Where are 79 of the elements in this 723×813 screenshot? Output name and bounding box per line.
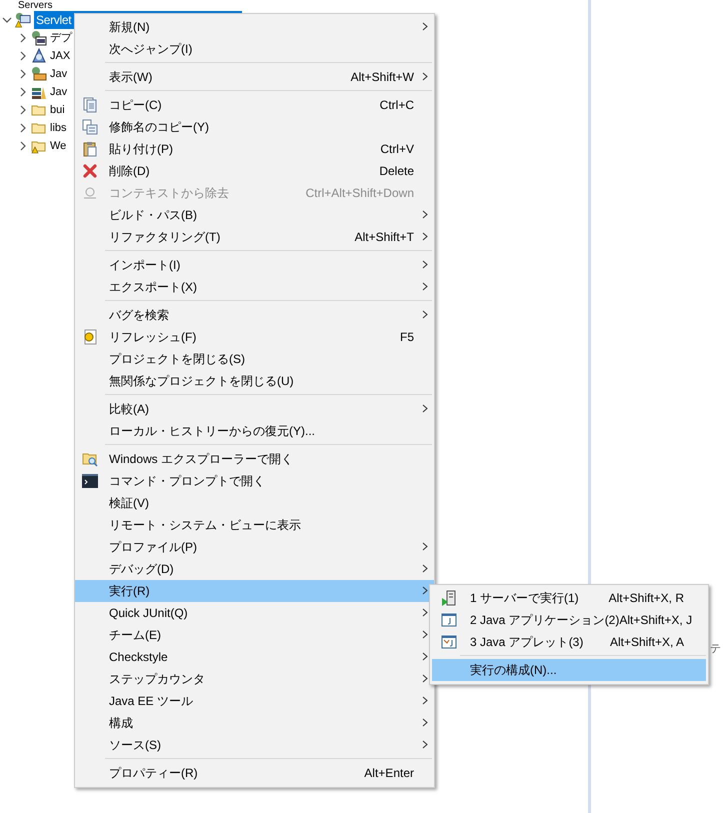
tree-item-label[interactable]: Jav bbox=[50, 84, 68, 100]
deployment-descriptor-icon bbox=[31, 30, 47, 46]
submenu-chevron-icon bbox=[422, 282, 428, 291]
project-warning-icon bbox=[15, 12, 31, 28]
submenu-chevron-icon bbox=[422, 542, 428, 551]
menu-item[interactable]: リフレッシュ(F) F5 bbox=[75, 326, 434, 348]
menu-item[interactable]: コピー(C) Ctrl+C bbox=[75, 94, 434, 116]
menu-item[interactable]: 2 Java アプリケーション(2)Alt+Shift+X, J bbox=[432, 609, 706, 631]
menu-item[interactable]: 修飾名のコピー(Y) bbox=[75, 116, 434, 138]
java-resources-icon bbox=[31, 66, 47, 82]
refresh-icon bbox=[82, 329, 98, 345]
submenu-chevron-icon bbox=[422, 696, 428, 705]
submenu-chevron-icon bbox=[422, 586, 428, 595]
menu-item[interactable]: プロファイル(P) bbox=[75, 536, 434, 558]
menu-item[interactable]: ソース(S) bbox=[75, 734, 434, 756]
menu-item[interactable]: コマンド・プロンプトで開く bbox=[75, 470, 434, 492]
menu-item[interactable]: 実行の構成(N)... bbox=[432, 659, 706, 681]
tree-item-label[interactable]: We bbox=[50, 138, 66, 154]
submenu-chevron-icon bbox=[422, 404, 428, 413]
run-on-server-icon bbox=[441, 590, 457, 606]
menu-item[interactable]: 新規(N) bbox=[75, 16, 434, 38]
menu-item[interactable]: Quick JUnit(Q) bbox=[75, 602, 434, 624]
submenu-chevron-icon bbox=[422, 22, 428, 31]
tree-item-label[interactable]: デプ bbox=[50, 30, 72, 46]
menu-item[interactable]: 1 サーバーで実行(1) Alt+Shift+X, R bbox=[432, 587, 706, 609]
submenu-chevron-icon bbox=[422, 210, 428, 219]
menu-item[interactable]: 比較(A) bbox=[75, 398, 434, 420]
menu-item[interactable]: バグを検索 bbox=[75, 304, 434, 326]
submenu-chevron-icon bbox=[422, 232, 428, 241]
web-service-icon bbox=[31, 48, 47, 64]
menu-item[interactable]: リモート・システム・ビューに表示 bbox=[75, 514, 434, 536]
submenu-chevron-icon bbox=[422, 674, 428, 683]
collapse-chevron-icon[interactable] bbox=[2, 15, 12, 25]
tree-item-label[interactable]: Servers bbox=[18, 0, 52, 13]
menu-item[interactable]: プロジェクトを閉じる(S) bbox=[75, 348, 434, 370]
java-application-icon bbox=[441, 612, 457, 628]
delete-icon bbox=[83, 164, 97, 178]
menu-item[interactable]: チーム(E) bbox=[75, 624, 434, 646]
menu-item[interactable]: 表示(W) Alt+Shift+W bbox=[75, 66, 434, 88]
java-applet-icon bbox=[441, 634, 457, 650]
menu-item[interactable]: 検証(V) bbox=[75, 492, 434, 514]
submenu-chevron-icon bbox=[422, 630, 428, 639]
menu-item[interactable]: ステップカウンタ bbox=[75, 668, 434, 690]
menu-item[interactable]: 貼り付け(P) Ctrl+V bbox=[75, 138, 434, 160]
menu-item[interactable]: Java EE ツール bbox=[75, 690, 434, 712]
menu-item[interactable]: デバッグ(D) bbox=[75, 558, 434, 580]
menu-item[interactable]: 無関係なプロジェクトを閉じる(U) bbox=[75, 370, 434, 392]
menu-item[interactable]: 構成 bbox=[75, 712, 434, 734]
folder-search-icon bbox=[82, 451, 98, 467]
copy-icon bbox=[83, 97, 97, 113]
copy-name-icon bbox=[82, 119, 98, 135]
menu-item[interactable]: 削除(D) Delete bbox=[75, 160, 434, 182]
menu-item[interactable]: 実行(R) bbox=[75, 580, 434, 602]
submenu-chevron-icon bbox=[422, 260, 428, 269]
submenu-chevron-icon bbox=[422, 72, 428, 81]
submenu-chevron-icon bbox=[422, 608, 428, 617]
terminal-icon bbox=[82, 474, 98, 488]
menu-item[interactable]: リファクタリング(T) Alt+Shift+T bbox=[75, 226, 434, 248]
menu-item[interactable]: プロパティー(R) Alt+Enter bbox=[75, 762, 434, 784]
submenu-chevron-icon bbox=[422, 740, 428, 749]
tree-item-label[interactable]: JAX bbox=[50, 48, 70, 64]
paste-icon bbox=[83, 141, 97, 157]
remove-context-icon bbox=[83, 186, 97, 200]
menu-item[interactable]: ビルド・パス(B) bbox=[75, 204, 434, 226]
menu-item[interactable]: 3 Java アプレット(3) Alt+Shift+X, A bbox=[432, 631, 706, 653]
menu-item[interactable]: Windows エクスプローラーで開く bbox=[75, 448, 434, 470]
menu-item[interactable]: Checkstyle bbox=[75, 646, 434, 668]
tree-item-label[interactable]: bui bbox=[50, 102, 65, 118]
menu-item[interactable]: 次へジャンプ(I) bbox=[75, 38, 434, 60]
submenu-chevron-icon bbox=[422, 564, 428, 573]
tree-item-label[interactable]: Jav bbox=[50, 66, 68, 82]
panel-text-fragment: テ bbox=[710, 642, 721, 656]
submenu-chevron-icon bbox=[422, 310, 428, 319]
menu-item[interactable]: インポート(I) bbox=[75, 254, 434, 276]
menu-item[interactable]: エクスポート(X) bbox=[75, 276, 434, 298]
tree-item-label[interactable]: libs bbox=[50, 120, 67, 136]
submenu-chevron-icon bbox=[422, 652, 428, 661]
submenu-chevron-icon bbox=[422, 718, 428, 727]
menu-item[interactable]: ローカル・ヒストリーからの復元(Y)... bbox=[75, 420, 434, 442]
